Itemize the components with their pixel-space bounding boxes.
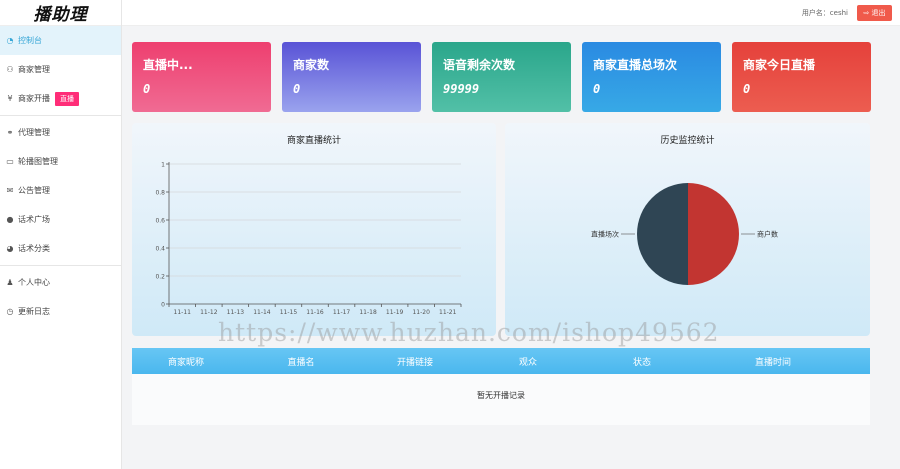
- card-value: 0: [143, 82, 151, 96]
- column-header: 状态: [632, 358, 652, 368]
- pie-icon: ◕: [6, 244, 14, 253]
- x-tick-label: 11-21: [439, 309, 457, 316]
- y-tick-label: 0.2: [155, 274, 165, 281]
- card-title: 商家今日直播: [743, 58, 816, 72]
- pie-slice-0[interactable]: [688, 183, 739, 285]
- x-tick-label: 11-16: [306, 309, 324, 316]
- x-tick-label: 11-11: [174, 309, 192, 316]
- topbar: 用户名：ceshi ⇨ 退出: [122, 0, 900, 26]
- live-badge: 直播: [55, 91, 79, 106]
- sidebar-item-label: 商家开播: [18, 94, 50, 103]
- card-title: 语音剩余次数: [443, 58, 516, 72]
- pie-slice-1[interactable]: [637, 183, 688, 285]
- card-title: 直播中...: [143, 58, 193, 72]
- stat-card-today-live: 商家今日直播 0: [732, 42, 871, 112]
- stat-card-live-now: 直播中... 0: [132, 42, 271, 112]
- empty-message: 暂无开播记录: [477, 391, 525, 400]
- users-icon: ⚇: [6, 65, 14, 74]
- brand-logo[interactable]: 播助理: [0, 0, 121, 26]
- logout-icon: ⇨: [863, 9, 870, 17]
- clock-icon: ◷: [6, 307, 14, 316]
- x-tick-label: 11-19: [386, 309, 404, 316]
- sidebar: 播助理 ◔ 控制台 ⚇ 商家管理 ¥ 商家开播 直播 ⚭ 代理管理 ▭ 轮播图管理 ✉ 公告管理 ● 话术广…: [0, 0, 122, 469]
- dashboard-icon: ◔: [6, 36, 14, 45]
- x-tick-label: 11-20: [412, 309, 430, 316]
- sidebar-item-label: 个人中心: [18, 278, 50, 287]
- user-icon: ♟: [6, 278, 14, 287]
- y-tick-label: 1: [161, 162, 165, 169]
- sidebar-item-9[interactable]: ◷ 更新日志: [0, 297, 121, 326]
- x-tick-label: 11-12: [200, 309, 218, 316]
- sidebar-item-3[interactable]: ⚭ 代理管理: [0, 118, 121, 147]
- sidebar-item-label: 公告管理: [18, 186, 50, 195]
- live-stats-chart: 0 0.2 0.4 0.6 0.8 1 11-11 11-12 11-13 11-14 11-15 1…: [155, 162, 462, 316]
- column-header: 直播时间: [754, 358, 792, 368]
- sidebar-item-4[interactable]: ▭ 轮播图管理: [0, 147, 121, 176]
- live-stats-panel: 商家直播统计 0 0.2 0.4 0.6 0.8 1 11-11 11-12 11-13 11-1…: [132, 123, 496, 336]
- stat-card-total-sessions: 商家直播总场次 0: [582, 42, 721, 112]
- nav-divider: [0, 265, 121, 266]
- x-tick-label: 11-18: [359, 309, 377, 316]
- card-value: 0: [293, 82, 301, 96]
- sidebar-item-label: 控制台: [18, 36, 42, 45]
- handshake-icon: ⚭: [6, 128, 14, 137]
- sidebar-item-2[interactable]: ¥ 商家开播 直播: [0, 84, 121, 113]
- monitor-icon: ▭: [6, 157, 14, 166]
- sidebar-item-label: 代理管理: [18, 128, 50, 137]
- y-tick-label: 0: [161, 302, 165, 309]
- card-value: 0: [593, 82, 601, 96]
- column-header: 开播链接: [396, 358, 434, 368]
- comment-icon: ●: [6, 215, 14, 224]
- stat-card-voice-remaining: 语音剩余次数 99999: [432, 42, 571, 112]
- x-tick-label: 11-14: [253, 309, 271, 316]
- sidebar-item-label: 话术广场: [18, 215, 50, 224]
- logout-button[interactable]: ⇨ 退出: [857, 5, 892, 21]
- card-value: 0: [743, 82, 751, 96]
- card-value: 99999: [443, 82, 480, 96]
- logout-label: 退出: [871, 9, 886, 17]
- sidebar-item-6[interactable]: ● 话术广场: [0, 205, 121, 234]
- sidebar-nav: ◔ 控制台 ⚇ 商家管理 ¥ 商家开播 直播 ⚭ 代理管理 ▭ 轮播图管理 ✉ 公告管理 ● 话术广场 ◕ 话术…: [0, 26, 121, 326]
- sidebar-item-label: 更新日志: [18, 307, 50, 316]
- sidebar-item-label: 商家管理: [18, 65, 50, 74]
- username-label: 用户名：ceshi: [801, 9, 848, 17]
- sidebar-item-7[interactable]: ◕ 话术分类: [0, 234, 121, 263]
- stat-card-merchants: 商家数 0: [282, 42, 421, 112]
- y-tick-label: 0.8: [155, 190, 165, 197]
- sidebar-item-0[interactable]: ◔ 控制台: [0, 26, 121, 55]
- x-tick-label: 11-17: [333, 309, 351, 316]
- envelope-icon: ✉: [6, 186, 14, 195]
- column-header: 商家昵称: [167, 358, 205, 368]
- sidebar-item-5[interactable]: ✉ 公告管理: [0, 176, 121, 205]
- card-title: 商家数: [293, 58, 330, 72]
- history-monitor-chart: 商户数 直播场次: [591, 183, 778, 285]
- nav-divider: [0, 115, 121, 116]
- x-tick-label: 11-15: [280, 309, 298, 316]
- x-tick-label: 11-13: [227, 309, 245, 316]
- sidebar-item-label: 轮播图管理: [18, 157, 58, 166]
- table-header: 商家昵称 直播名 开播链接 观众 状态 直播时间: [132, 348, 870, 374]
- pie-slice-label: 直播场次: [591, 230, 619, 239]
- history-monitor-panel: 历史监控统计 商户数 直播场次: [505, 123, 870, 336]
- card-title: 商家直播总场次: [593, 58, 678, 72]
- live-records-table: 商家昵称 直播名 开播链接 观众 状态 直播时间 暂无开播记录: [132, 348, 870, 425]
- sidebar-item-8[interactable]: ♟ 个人中心: [0, 268, 121, 297]
- sidebar-item-1[interactable]: ⚇ 商家管理: [0, 55, 121, 84]
- sidebar-item-label: 话术分类: [18, 244, 50, 253]
- y-tick-label: 0.6: [155, 218, 165, 225]
- column-header: 观众: [518, 358, 538, 368]
- yen-icon: ¥: [7, 94, 13, 103]
- y-tick-label: 0.4: [155, 246, 165, 253]
- pie-slice-label: 商户数: [757, 230, 778, 239]
- column-header: 直播名: [287, 358, 315, 368]
